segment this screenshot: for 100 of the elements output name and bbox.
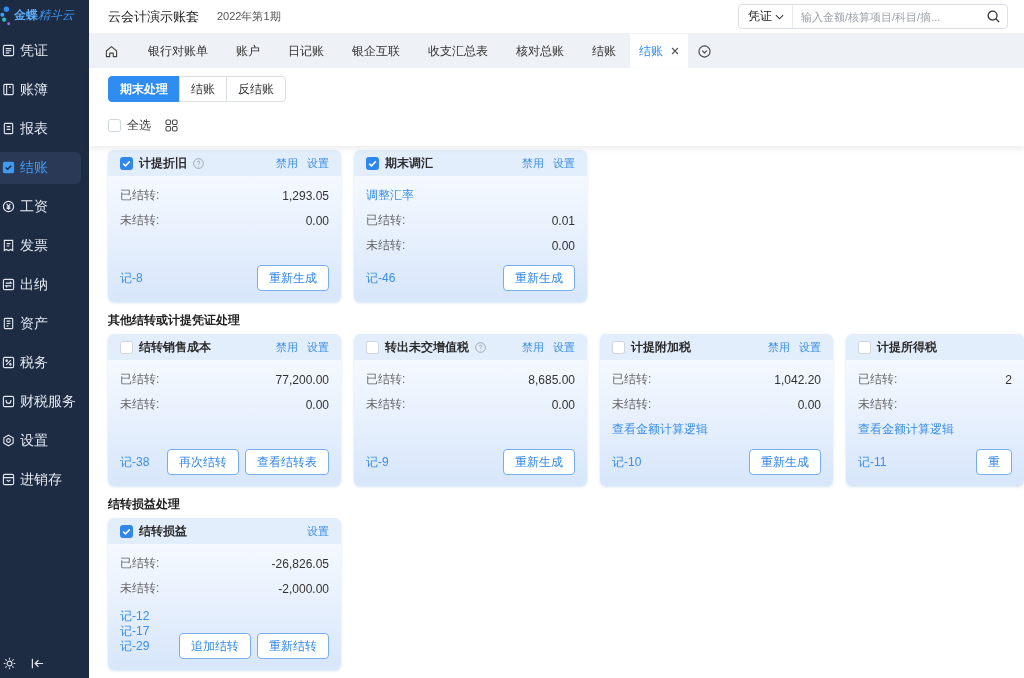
tray-icon <box>2 395 15 408</box>
header-link[interactable]: 设置 <box>307 155 329 171</box>
voucher-link[interactable]: 记-17 <box>120 624 150 639</box>
sidebar-item[interactable]: 出纳 <box>0 268 81 301</box>
voucher-link[interactable]: 记-10 <box>612 455 642 470</box>
card-title: 结转损益 <box>139 522 187 540</box>
detail-link[interactable]: 查看金额计算逻辑 <box>612 421 708 438</box>
voucher-link[interactable]: 记-11 <box>858 455 887 470</box>
amount-label: 未结转: <box>120 396 160 413</box>
amount-label: 未结转: <box>366 396 406 413</box>
segment-tab[interactable]: 反结账 <box>226 76 286 102</box>
amount-label: 已结转: <box>612 371 652 388</box>
card-title: 期末调汇 <box>385 154 433 172</box>
card-button[interactable]: 重新生成 <box>257 265 329 291</box>
checkbox[interactable] <box>120 524 133 538</box>
collapse-icon[interactable] <box>31 656 44 670</box>
tab[interactable]: 账户 <box>222 34 274 68</box>
card-button[interactable]: 再次结转 <box>167 449 239 475</box>
header-link[interactable]: 设置 <box>553 155 575 171</box>
amount-value: 8,685.00 <box>528 372 575 387</box>
checkbox[interactable] <box>366 156 379 170</box>
home-icon[interactable] <box>105 44 118 58</box>
exchange-icon <box>2 278 15 291</box>
amount-value: 77,200.00 <box>275 372 329 387</box>
checkbox[interactable] <box>120 156 133 170</box>
sidebar-item[interactable]: 资产 <box>0 307 81 340</box>
tab[interactable]: 银企互联 <box>338 34 414 68</box>
card-button[interactable]: 查看结转表 <box>245 449 329 475</box>
search-type-dropdown[interactable]: 凭证 <box>739 5 793 28</box>
document-icon <box>2 122 15 135</box>
grid-icon[interactable] <box>165 118 178 132</box>
voucher-link[interactable]: 记-12 <box>120 609 150 624</box>
segment-tab[interactable]: 期末处理 <box>108 76 180 102</box>
card-title: 计提折旧 <box>139 154 187 172</box>
sidebar-item[interactable]: 账簿 <box>0 73 81 106</box>
amount-label: 未结转: <box>612 396 652 413</box>
box-icon <box>2 473 15 486</box>
close-icon[interactable] <box>671 47 679 55</box>
percent-icon <box>2 356 15 369</box>
detail-link[interactable]: 调整汇率 <box>366 187 414 204</box>
header-link[interactable]: 设置 <box>307 339 329 355</box>
tab[interactable]: 日记账 <box>274 34 338 68</box>
checkbox-label: 全选 <box>127 116 151 134</box>
chevron-circle-icon[interactable] <box>698 44 711 58</box>
check-square-icon <box>2 161 15 174</box>
card-title: 计提附加税 <box>631 338 691 356</box>
tab[interactable]: 收支汇总表 <box>414 34 502 68</box>
card-button[interactable]: 重新生成 <box>749 449 821 475</box>
amount-value: -26,826.05 <box>271 556 329 571</box>
sidebar-item[interactable]: 发票 <box>0 229 81 262</box>
voucher-link[interactable]: 记-29 <box>120 639 150 654</box>
amount-label: 已结转: <box>120 371 160 388</box>
tab[interactable]: 结账 <box>578 34 630 68</box>
amount-label: 已结转: <box>120 555 160 572</box>
section-title: 其他结转或计提凭证处理 <box>108 312 241 328</box>
tab[interactable]: 核对总账 <box>502 34 578 68</box>
amount-value: 0.00 <box>797 397 821 412</box>
segment-tab[interactable]: 结账 <box>179 76 227 102</box>
header-link[interactable]: 设置 <box>799 339 821 355</box>
sidebar-item[interactable]: 设置 <box>0 424 81 457</box>
voucher-link[interactable]: 记-38 <box>120 455 150 470</box>
amount-label: 已结转: <box>366 212 406 229</box>
card-button[interactable]: 重新生成 <box>503 265 575 291</box>
sun-icon[interactable] <box>3 656 16 670</box>
voucher-link[interactable]: 记-8 <box>120 271 143 286</box>
header-link[interactable]: 禁用 <box>276 155 298 171</box>
account-title: 云会计演示账套 <box>108 7 199 26</box>
header-link[interactable]: 禁用 <box>522 339 544 355</box>
card-button[interactable]: 重新结转 <box>257 633 329 659</box>
card-button[interactable]: 追加结转 <box>179 633 251 659</box>
card-button[interactable]: 重新生成 <box>503 449 575 475</box>
card-button[interactable]: 重 <box>976 449 1012 475</box>
sidebar-item[interactable]: 税务 <box>0 346 81 379</box>
sidebar-item[interactable]: 工资 <box>0 190 81 223</box>
tab[interactable]: 结账 <box>630 34 688 68</box>
detail-link[interactable]: 查看金额计算逻辑 <box>858 421 954 438</box>
sidebar-item[interactable]: 财税服务 <box>0 385 81 418</box>
section-title: 结转损益处理 <box>108 496 181 512</box>
search-input[interactable]: 输入金额/核算项目/科目/摘... <box>793 5 985 28</box>
amount-label: 未结转: <box>858 396 898 413</box>
search-icon[interactable] <box>987 10 1000 23</box>
sidebar-item[interactable]: 进销存 <box>0 463 81 496</box>
header-link[interactable]: 设置 <box>307 523 329 539</box>
settings-icon <box>2 434 15 447</box>
amount-label: 已结转: <box>120 187 160 204</box>
header-link[interactable]: 禁用 <box>276 339 298 355</box>
voucher-link[interactable]: 记-9 <box>366 455 389 470</box>
amount-value: 0.00 <box>305 397 329 412</box>
sidebar-item[interactable]: 凭证 <box>0 34 81 67</box>
amount-label: 未结转: <box>120 212 160 229</box>
voucher-link[interactable]: 记-46 <box>366 271 396 286</box>
sidebar-item[interactable]: 报表 <box>0 112 81 145</box>
header-link[interactable]: 禁用 <box>522 155 544 171</box>
sidebar-item[interactable]: 结账 <box>0 151 81 184</box>
header-link[interactable]: 禁用 <box>768 339 790 355</box>
amount-value: 0.00 <box>551 397 575 412</box>
header-link[interactable]: 设置 <box>553 339 575 355</box>
search-field[interactable]: 凭证 输入金额/核算项目/科目/摘... <box>738 4 1008 29</box>
tab[interactable]: 银行对账单 <box>134 34 222 68</box>
amount-label: 未结转: <box>120 580 160 597</box>
